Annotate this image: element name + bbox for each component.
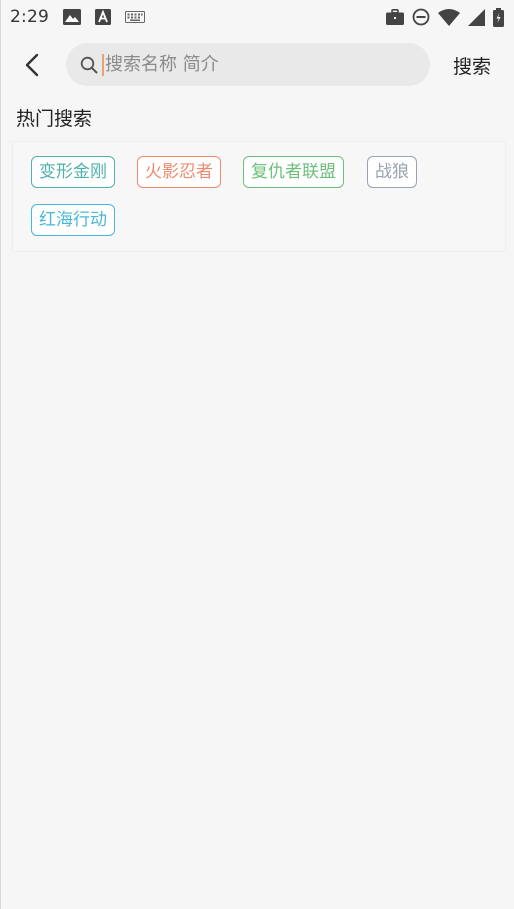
search-box[interactable] <box>66 43 430 86</box>
hot-search-tag[interactable]: 火影忍者 <box>137 156 221 188</box>
search-button[interactable]: 搜索 <box>446 51 498 79</box>
back-button[interactable] <box>16 49 48 81</box>
signal-icon <box>468 8 485 26</box>
text-caret <box>102 53 104 76</box>
keyboard-icon <box>124 11 145 23</box>
hot-search-tag[interactable]: 红海行动 <box>31 204 115 236</box>
image-icon <box>62 9 81 25</box>
search-row: 搜索 <box>0 43 514 87</box>
status-time: 2:29 <box>10 7 49 27</box>
hot-search-tag[interactable]: 复仇者联盟 <box>243 156 344 188</box>
hot-search-panel: 变形金刚 火影忍者 复仇者联盟 战狼 红海行动 <box>12 141 506 252</box>
status-bar: 2:29 <box>0 0 514 34</box>
wifi-icon <box>438 8 460 26</box>
chevron-left-icon <box>25 53 39 77</box>
battery-icon <box>493 7 504 27</box>
briefcase-icon <box>386 9 404 25</box>
hot-search-tag[interactable]: 变形金刚 <box>31 156 115 188</box>
screen-edge <box>0 0 1 909</box>
search-input[interactable] <box>105 54 405 75</box>
status-right <box>386 7 504 27</box>
font-a-icon <box>94 9 111 25</box>
hot-search-title: 热门搜索 <box>16 108 93 130</box>
search-icon <box>80 56 98 74</box>
do-not-disturb-icon <box>412 8 430 26</box>
hot-search-tag[interactable]: 战狼 <box>367 156 417 188</box>
status-left: 2:29 <box>10 7 145 27</box>
